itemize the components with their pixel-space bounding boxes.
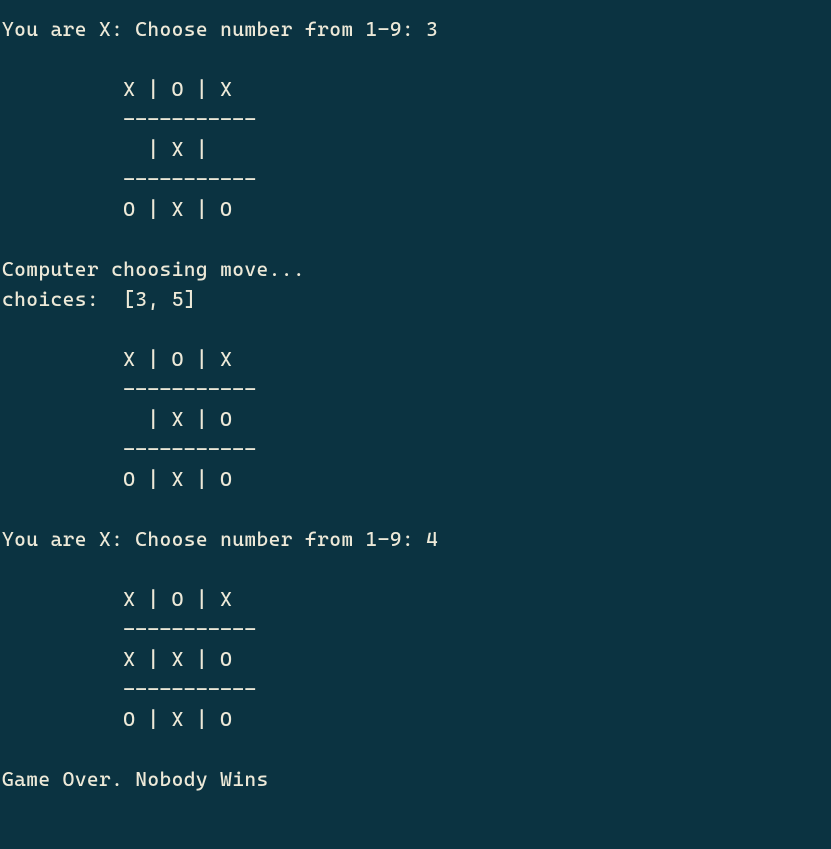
line-prompt-2: You are X: Choose number from 1-9: 4 xyxy=(2,527,438,551)
game-over: Game Over. Nobody Wins xyxy=(2,767,269,791)
prompt-text-1: You are X: Choose number from 1-9: xyxy=(2,17,426,41)
board-1-row-3: O | X | O xyxy=(2,197,232,221)
board-3-row-2: X | X | O xyxy=(2,647,232,671)
board-1-hr-2: ----------- xyxy=(2,167,257,191)
choices-label: choices: xyxy=(2,287,123,311)
board-3-hr-2: ----------- xyxy=(2,677,257,701)
board-2-hr-2: ----------- xyxy=(2,437,257,461)
choices-values: [3, 5] xyxy=(123,287,196,311)
board-1-row-1: X | O | X xyxy=(2,77,232,101)
prompt-text-2: You are X: Choose number from 1-9: xyxy=(2,527,426,551)
user-input-2[interactable]: 4 xyxy=(426,527,438,551)
computer-thinking: Computer choosing move... xyxy=(2,257,305,281)
board-2-row-3: O | X | O xyxy=(2,467,232,491)
user-input-1[interactable]: 3 xyxy=(426,17,438,41)
board-1-hr-1: ----------- xyxy=(2,107,257,131)
board-2-row-1: X | O | X xyxy=(2,347,232,371)
board-2-hr-1: ----------- xyxy=(2,377,257,401)
board-3-row-1: X | O | X xyxy=(2,587,232,611)
choices-line: choices: [3, 5] xyxy=(2,287,196,311)
terminal-output: You are X: Choose number from 1-9: 3 X |… xyxy=(0,0,831,794)
line-prompt-1: You are X: Choose number from 1-9: 3 xyxy=(2,17,438,41)
board-3-hr-1: ----------- xyxy=(2,617,257,641)
board-3-row-3: O | X | O xyxy=(2,707,232,731)
board-2-row-2: | X | O xyxy=(2,407,232,431)
board-1-row-2: | X | xyxy=(2,137,232,161)
